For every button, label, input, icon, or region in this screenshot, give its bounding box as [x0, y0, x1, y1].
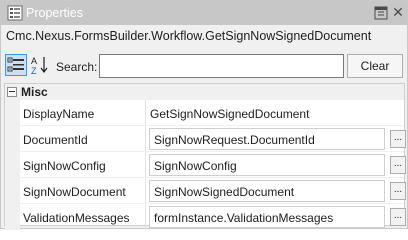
property-row-validationmessages[interactable]: ValidationMessages formInstance.Validati…: [5, 204, 406, 230]
properties-panel: Properties ✕ Cmc.Nexus.FormsBuilder.Work…: [0, 0, 408, 230]
sort-az-icon: A Z: [31, 56, 48, 76]
property-value-field[interactable]: SignNowConfig: [149, 154, 385, 176]
property-name: SignNowConfig: [23, 159, 106, 173]
ellipsis-button[interactable]: ...: [390, 130, 406, 148]
property-name: DisplayName: [23, 107, 95, 121]
property-grid: Misc DisplayName GetSignNowSignedDocumen…: [4, 83, 406, 230]
property-value-field[interactable]: SignNowSignedDocument: [149, 180, 385, 202]
ellipsis-button[interactable]: ...: [390, 208, 406, 226]
property-row-displayname[interactable]: DisplayName GetSignNowSignedDocument: [5, 100, 404, 126]
property-name: DocumentId: [23, 133, 88, 147]
svg-text:A: A: [31, 56, 37, 66]
property-name: SignNowDocument: [23, 185, 126, 199]
property-row-signnowconfig[interactable]: SignNowConfig SignNowConfig ...: [5, 152, 406, 178]
search-input[interactable]: [99, 54, 344, 78]
ellipsis-button[interactable]: ...: [390, 182, 406, 200]
categorized-button[interactable]: [5, 54, 27, 76]
property-name: ValidationMessages: [23, 211, 130, 225]
toolbar: A Z Search: Clear: [1, 51, 407, 81]
category-label: Misc: [21, 85, 48, 99]
search-label: Search:: [56, 60, 98, 74]
category-misc[interactable]: Misc: [5, 84, 404, 100]
property-row-signnowdocument[interactable]: SignNowDocument SignNowSignedDocument ..…: [5, 178, 406, 204]
close-icon[interactable]: ✕: [391, 5, 405, 21]
title-bar[interactable]: Properties ✕: [1, 1, 407, 25]
properties-icon: [7, 5, 23, 21]
property-value: GetSignNowSignedDocument: [150, 107, 310, 121]
svg-text:Z: Z: [31, 66, 37, 76]
pin-icon[interactable]: [374, 6, 388, 20]
categorized-view-icon: [7, 57, 24, 72]
ellipsis-button[interactable]: ...: [390, 156, 406, 174]
collapse-icon[interactable]: [7, 87, 17, 97]
window-title: Properties: [26, 6, 83, 20]
alphabetical-button[interactable]: A Z: [29, 54, 51, 76]
property-value-field[interactable]: SignNowRequest.DocumentId: [149, 128, 385, 150]
property-row-documentid[interactable]: DocumentId SignNowRequest.DocumentId ...: [5, 126, 406, 152]
property-value-field[interactable]: formInstance.ValidationMessages: [149, 206, 385, 228]
selected-object-name: Cmc.Nexus.FormsBuilder.Workflow.GetSignN…: [6, 29, 372, 43]
clear-button[interactable]: Clear: [347, 54, 403, 78]
